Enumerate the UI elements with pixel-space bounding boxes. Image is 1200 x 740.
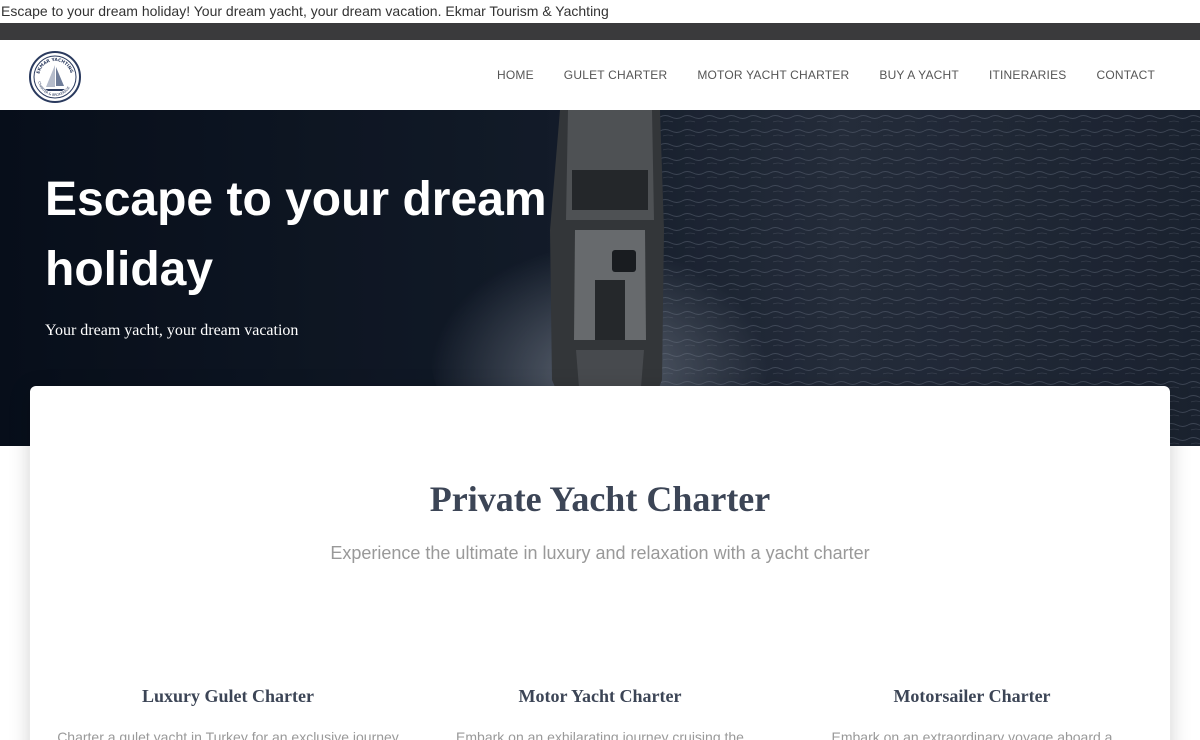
top-dark-bar — [0, 23, 1200, 40]
nav-itineraries[interactable]: ITINERARIES — [989, 68, 1067, 82]
section-title: Private Yacht Charter — [429, 479, 771, 519]
sailboat-logo-icon: EKMAR YACHTING CHARTER & BROKERAGE — [33, 55, 77, 99]
nav-buy-a-yacht[interactable]: BUY A YACHT — [879, 68, 959, 82]
nav-motor-yacht-charter[interactable]: MOTOR YACHT CHARTER — [697, 68, 849, 82]
charter-option-motorsailer[interactable]: Motorsailer Charter Embark on an extraor… — [792, 686, 1152, 740]
charter-option-text: Charter a gulet yacht in Turkey for an e… — [57, 729, 399, 740]
charter-option-motor-yacht[interactable]: Motor Yacht Charter Embark on an exhilar… — [420, 686, 780, 740]
ekmar-logo[interactable]: EKMAR YACHTING CHARTER & BROKERAGE — [29, 51, 81, 103]
nav-gulet-charter[interactable]: GULET CHARTER — [564, 68, 668, 82]
page-title-text: Escape to your dream holiday! Your dream… — [0, 0, 1200, 23]
hero-subtitle: Your dream yacht, your dream vacation — [45, 322, 299, 339]
main-navigation: HOME GULET CHARTER MOTOR YACHT CHARTER B… — [467, 40, 1155, 110]
charter-option-title[interactable]: Motor Yacht Charter — [420, 686, 780, 707]
site-header: EKMAR YACHTING CHARTER & BROKERAGE HOME … — [0, 40, 1200, 110]
charter-option-gulet[interactable]: Luxury Gulet Charter Charter a gulet yac… — [48, 686, 408, 740]
charter-option-title[interactable]: Luxury Gulet Charter — [48, 686, 408, 707]
charter-option-text: Embark on an exhilarating journey cruisi… — [456, 729, 744, 740]
section-subtitle: Experience the ultimate in luxury and re… — [330, 543, 870, 563]
nav-home[interactable]: HOME — [497, 68, 534, 82]
charter-option-title[interactable]: Motorsailer Charter — [792, 686, 1152, 707]
charter-card: Private Yacht Charter Experience the ult… — [30, 386, 1170, 740]
nav-contact[interactable]: CONTACT — [1096, 68, 1155, 82]
charter-option-text: Embark on an extraordinary voyage aboard… — [831, 729, 1113, 740]
hero-title: Escape to your dream holiday — [45, 173, 547, 296]
